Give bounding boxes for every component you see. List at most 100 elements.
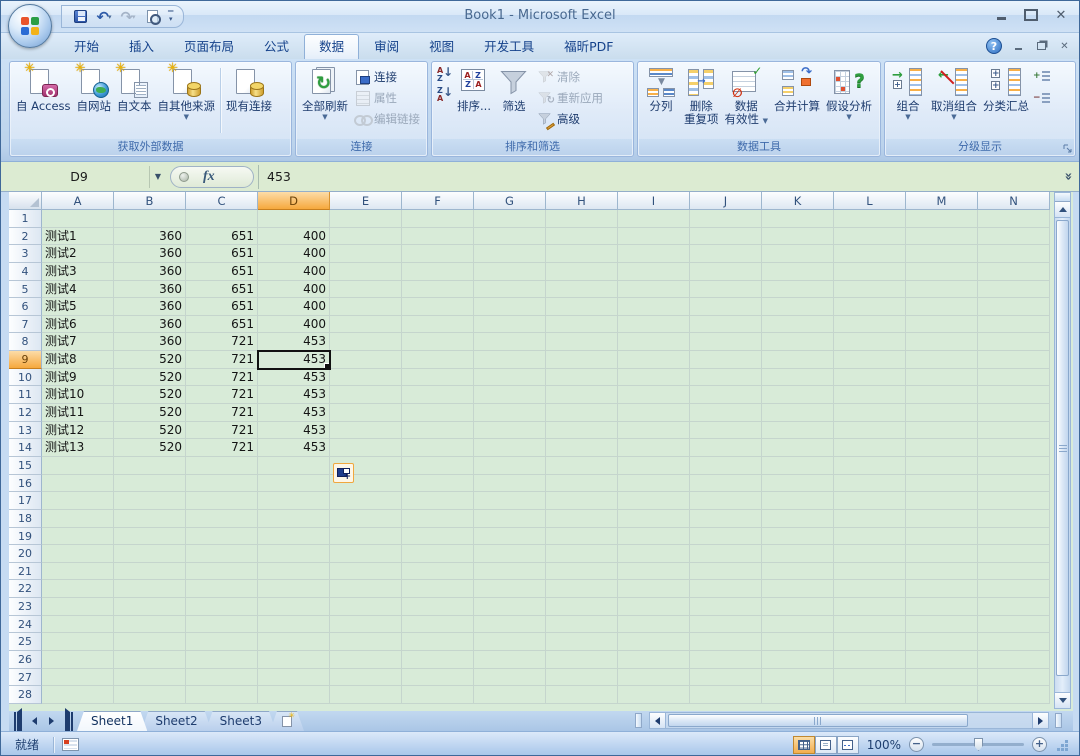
cell-E20[interactable]: [330, 545, 402, 563]
column-header-M[interactable]: M: [906, 192, 978, 210]
cell-B5[interactable]: 360: [114, 281, 186, 299]
tab-page-layout[interactable]: 页面布局: [169, 34, 249, 59]
cell-G15[interactable]: [474, 457, 546, 475]
cell-A24[interactable]: [42, 616, 114, 634]
cell-F25[interactable]: [402, 633, 474, 651]
cell-L11[interactable]: [834, 386, 906, 404]
data-validation-button[interactable]: ✓∅ 数据 有效性 ▼: [722, 64, 772, 137]
cell-G1[interactable]: [474, 210, 546, 228]
workbook-close-button[interactable]: ✕: [1058, 40, 1071, 52]
cell-D2[interactable]: 400: [258, 228, 330, 246]
cell-N21[interactable]: [978, 563, 1050, 581]
cell-L26[interactable]: [834, 651, 906, 669]
cell-C3[interactable]: 651: [186, 245, 258, 263]
cell-N1[interactable]: [978, 210, 1050, 228]
cell-B21[interactable]: [114, 563, 186, 581]
cell-N28[interactable]: [978, 686, 1050, 704]
cell-L14[interactable]: [834, 439, 906, 457]
cell-D18[interactable]: [258, 510, 330, 528]
cell-G2[interactable]: [474, 228, 546, 246]
tab-split-handle[interactable]: [635, 713, 642, 728]
cell-M9[interactable]: [906, 351, 978, 369]
cell-A3[interactable]: 测试2: [42, 245, 114, 263]
cell-H13[interactable]: [546, 422, 618, 440]
cell-J24[interactable]: [690, 616, 762, 634]
cell-M27[interactable]: [906, 669, 978, 687]
cell-M6[interactable]: [906, 298, 978, 316]
cell-L27[interactable]: [834, 669, 906, 687]
cell-D26[interactable]: [258, 651, 330, 669]
cell-J3[interactable]: [690, 245, 762, 263]
cell-L4[interactable]: [834, 263, 906, 281]
cell-B4[interactable]: 360: [114, 263, 186, 281]
cell-F22[interactable]: [402, 580, 474, 598]
column-header-G[interactable]: G: [474, 192, 546, 210]
cell-A11[interactable]: 测试10: [42, 386, 114, 404]
subtotal-button[interactable]: ++ 分类汇总: [980, 64, 1032, 137]
cell-E18[interactable]: [330, 510, 402, 528]
cell-D13[interactable]: 453: [258, 422, 330, 440]
cell-C9[interactable]: 721: [186, 351, 258, 369]
cell-M5[interactable]: [906, 281, 978, 299]
cell-C7[interactable]: 651: [186, 316, 258, 334]
cell-D5[interactable]: 400: [258, 281, 330, 299]
cell-F21[interactable]: [402, 563, 474, 581]
cell-N10[interactable]: [978, 369, 1050, 387]
cell-G21[interactable]: [474, 563, 546, 581]
cell-K5[interactable]: [762, 281, 834, 299]
zoom-in-button[interactable]: +: [1032, 737, 1047, 752]
cell-M12[interactable]: [906, 404, 978, 422]
cell-K17[interactable]: [762, 492, 834, 510]
from-web-button[interactable]: ✳ 自网站: [74, 64, 115, 137]
cell-E12[interactable]: [330, 404, 402, 422]
cell-K2[interactable]: [762, 228, 834, 246]
cell-L13[interactable]: [834, 422, 906, 440]
cell-F11[interactable]: [402, 386, 474, 404]
cell-J1[interactable]: [690, 210, 762, 228]
cell-G28[interactable]: [474, 686, 546, 704]
sheet-tab-sheet1[interactable]: Sheet1: [77, 711, 147, 731]
cell-M20[interactable]: [906, 545, 978, 563]
page-break-preview-button[interactable]: [837, 736, 859, 754]
cell-E27[interactable]: [330, 669, 402, 687]
column-header-A[interactable]: A: [42, 192, 114, 210]
cell-F2[interactable]: [402, 228, 474, 246]
cell-J13[interactable]: [690, 422, 762, 440]
cell-N19[interactable]: [978, 528, 1050, 546]
cell-I2[interactable]: [618, 228, 690, 246]
cell-N17[interactable]: [978, 492, 1050, 510]
scroll-down-button[interactable]: [1055, 692, 1070, 708]
cell-K12[interactable]: [762, 404, 834, 422]
cell-G11[interactable]: [474, 386, 546, 404]
page-layout-view-button[interactable]: [815, 736, 837, 754]
row-header-24[interactable]: 24: [9, 616, 42, 634]
cell-J11[interactable]: [690, 386, 762, 404]
cell-A18[interactable]: [42, 510, 114, 528]
cell-I13[interactable]: [618, 422, 690, 440]
cell-A12[interactable]: 测试11: [42, 404, 114, 422]
cell-M24[interactable]: [906, 616, 978, 634]
cell-B12[interactable]: 520: [114, 404, 186, 422]
horizontal-scrollbar[interactable]: [649, 712, 1049, 729]
cell-I19[interactable]: [618, 528, 690, 546]
cell-I20[interactable]: [618, 545, 690, 563]
cell-B8[interactable]: 360: [114, 333, 186, 351]
cell-M11[interactable]: [906, 386, 978, 404]
normal-view-button[interactable]: [793, 736, 815, 754]
cell-F28[interactable]: [402, 686, 474, 704]
cell-D10[interactable]: 453: [258, 369, 330, 387]
cell-H4[interactable]: [546, 263, 618, 281]
cell-I24[interactable]: [618, 616, 690, 634]
cell-J28[interactable]: [690, 686, 762, 704]
cell-H15[interactable]: [546, 457, 618, 475]
cell-F9[interactable]: [402, 351, 474, 369]
cell-G18[interactable]: [474, 510, 546, 528]
cell-D27[interactable]: [258, 669, 330, 687]
vertical-scrollbar[interactable]: [1054, 192, 1071, 709]
cell-K1[interactable]: [762, 210, 834, 228]
cell-M15[interactable]: [906, 457, 978, 475]
cell-A22[interactable]: [42, 580, 114, 598]
cell-E19[interactable]: [330, 528, 402, 546]
first-sheet-button[interactable]: [9, 711, 26, 731]
cell-H28[interactable]: [546, 686, 618, 704]
